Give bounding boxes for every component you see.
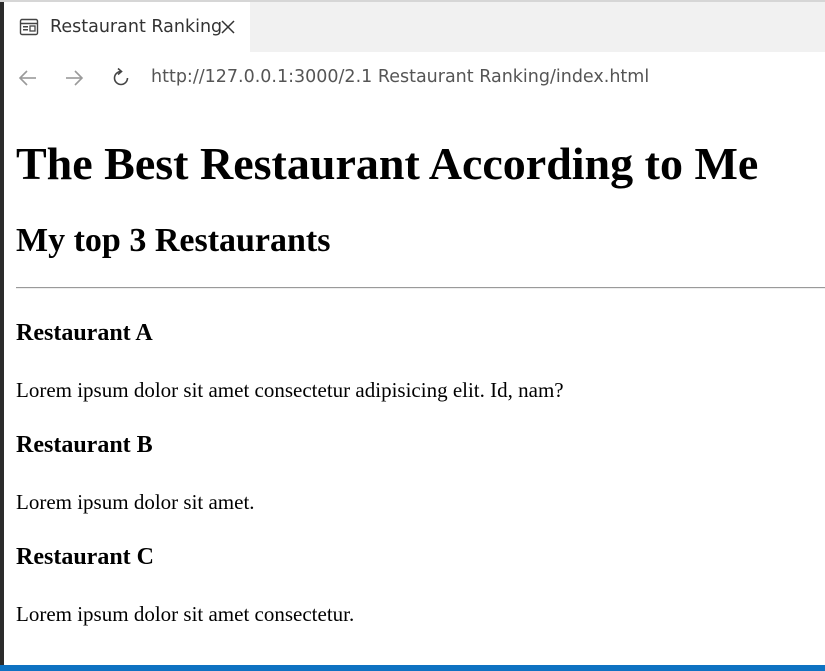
address-bar[interactable]: http://127.0.0.1:3000/2.1 Restaurant Ran… bbox=[151, 67, 649, 87]
close-icon[interactable] bbox=[218, 17, 238, 37]
page-title: The Best Restaurant According to Me bbox=[16, 138, 759, 189]
restaurant-description-c: Lorem ipsum dolor sit amet consectetur. bbox=[16, 602, 355, 626]
tab-title: Restaurant Ranking bbox=[50, 17, 223, 37]
navigation-bar: http://127.0.0.1:3000/2.1 Restaurant Ran… bbox=[4, 52, 825, 104]
tab-strip: Restaurant Ranking bbox=[4, 2, 825, 52]
tab-restaurant-ranking[interactable]: Restaurant Ranking bbox=[4, 2, 250, 52]
status-bar bbox=[0, 665, 825, 671]
restaurant-heading-a: Restaurant A bbox=[16, 320, 153, 346]
restaurant-description-b: Lorem ipsum dolor sit amet. bbox=[16, 490, 255, 514]
page-subtitle: My top 3 Restaurants bbox=[16, 222, 331, 259]
page-icon bbox=[19, 17, 39, 37]
restaurant-heading-c: Restaurant C bbox=[16, 544, 154, 570]
restaurant-heading-b: Restaurant B bbox=[16, 432, 153, 458]
divider bbox=[16, 287, 825, 289]
reload-icon[interactable] bbox=[109, 66, 133, 90]
arrow-right-icon[interactable] bbox=[62, 66, 86, 90]
browser-window: Restaurant Ranking http://127.0.0.1:3000… bbox=[0, 0, 825, 671]
page-content: The Best Restaurant According to Me My t… bbox=[4, 104, 825, 665]
restaurant-description-a: Lorem ipsum dolor sit amet consectetur a… bbox=[16, 378, 564, 402]
arrow-left-icon[interactable] bbox=[16, 66, 40, 90]
